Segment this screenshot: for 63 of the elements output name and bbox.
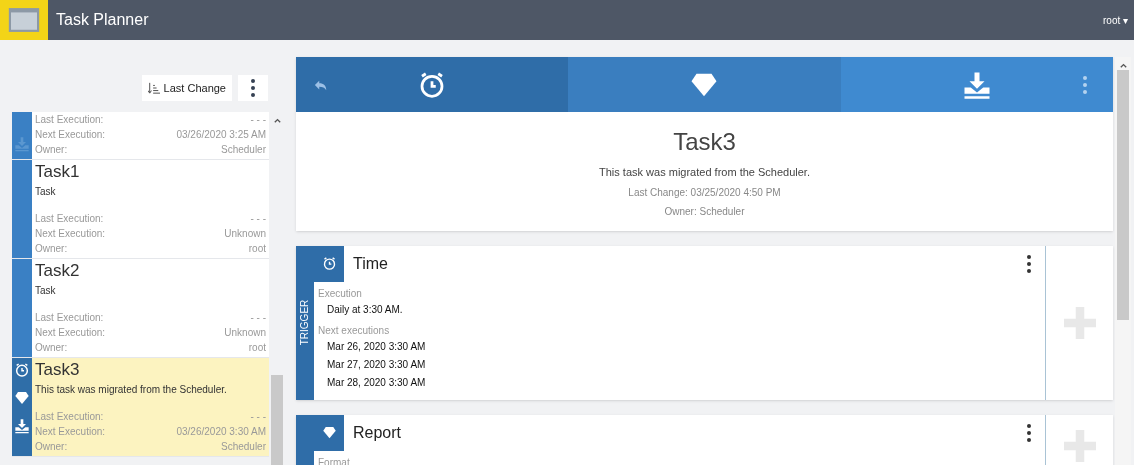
field-label: Last Execution: (35, 311, 104, 325)
task-name: Task3 (35, 359, 81, 381)
field-value: Scheduler (220, 440, 266, 454)
section-side-label: TRIGGER (298, 299, 312, 346)
scrollbar-thumb[interactable] (271, 375, 283, 465)
field-label: Next Execution: (35, 227, 106, 241)
task-name: Task1 (35, 161, 81, 183)
field-label: Next executions (318, 323, 391, 338)
sort-icon (147, 82, 160, 94)
field-value: Mar 27, 2020 3:30 AM (327, 357, 427, 372)
field-label: Next Execution: (35, 326, 106, 340)
download-icon (14, 418, 30, 434)
step-tab[interactable] (568, 57, 841, 112)
field-label: Owner: (35, 440, 68, 454)
field-label: Owner: (35, 143, 68, 157)
alarm-clock-icon (14, 362, 30, 378)
field-label: Last Execution: (35, 113, 104, 127)
task-description: Task (35, 284, 57, 298)
field-label: Next Execution: (35, 128, 106, 142)
task-description: Task (35, 185, 57, 199)
task-description: This task was migrated from the Scheduler. (35, 383, 228, 397)
field-value: Scheduler (220, 143, 266, 157)
field-value: root (248, 242, 266, 256)
field-label: Owner: (35, 341, 68, 355)
field-value: Mar 26, 2020 3:30 AM (327, 339, 427, 354)
last-change-text: Last Change: 03/25/2020 4:50 PM (628, 185, 781, 200)
scroll-up-icon[interactable] (272, 116, 282, 125)
diamond-icon (321, 425, 337, 440)
app-title: Task Planner (56, 10, 149, 30)
owner-text: Owner: Scheduler (664, 204, 745, 219)
section-title: Time (353, 253, 388, 274)
field-value: 03/26/2020 3:25 AM (176, 128, 266, 142)
field-value: Mar 28, 2020 3:30 AM (327, 375, 427, 390)
field-value: - - - (250, 113, 266, 127)
task-item[interactable]: Task1 Task Last Execution: - - - Next Execution: Unknown Owner: root (12, 160, 269, 259)
task-item[interactable]: Task3 This task was migrated from the Scheduler. Last Execution: - - - Next Execution: 03/26/2020 3:30 AM Owner: Scheduler (12, 358, 269, 457)
field-value: 03/26/2020 3:30 AM (176, 425, 266, 439)
user-menu[interactable]: root ▾ (1103, 12, 1128, 28)
sort-button[interactable]: Last Change (141, 75, 232, 101)
alarm-clock-icon (321, 256, 337, 271)
task-title: Task3 (673, 127, 736, 157)
field-label: Execution (318, 286, 363, 301)
field-value: root (248, 341, 266, 355)
field-value: Unknown (224, 227, 266, 241)
field-value: Unknown (224, 326, 266, 340)
field-label: Format (318, 455, 351, 465)
field-label: Last Execution: (35, 410, 104, 424)
field-label: Owner: (35, 242, 68, 256)
field-value: - - - (250, 212, 266, 226)
download-icon (14, 136, 30, 152)
scrollbar-thumb[interactable] (1117, 70, 1129, 320)
task-name: Task2 (35, 260, 81, 282)
scroll-up-icon[interactable] (1118, 61, 1128, 70)
task-item[interactable]: Task2 Task Last Execution: - - - Next Execution: Unknown Owner: root (12, 259, 269, 358)
step-tab[interactable] (296, 57, 569, 112)
diamond-icon (14, 390, 30, 406)
field-value: Daily at 3:30 AM. (327, 302, 404, 317)
task-description: This task was migrated from the Scheduler. (599, 165, 810, 180)
field-value: - - - (250, 311, 266, 325)
field-value: - - - (250, 410, 266, 424)
field-label: Last Execution: (35, 212, 104, 226)
field-label: Next Execution: (35, 425, 106, 439)
section-title: Report (353, 422, 402, 443)
